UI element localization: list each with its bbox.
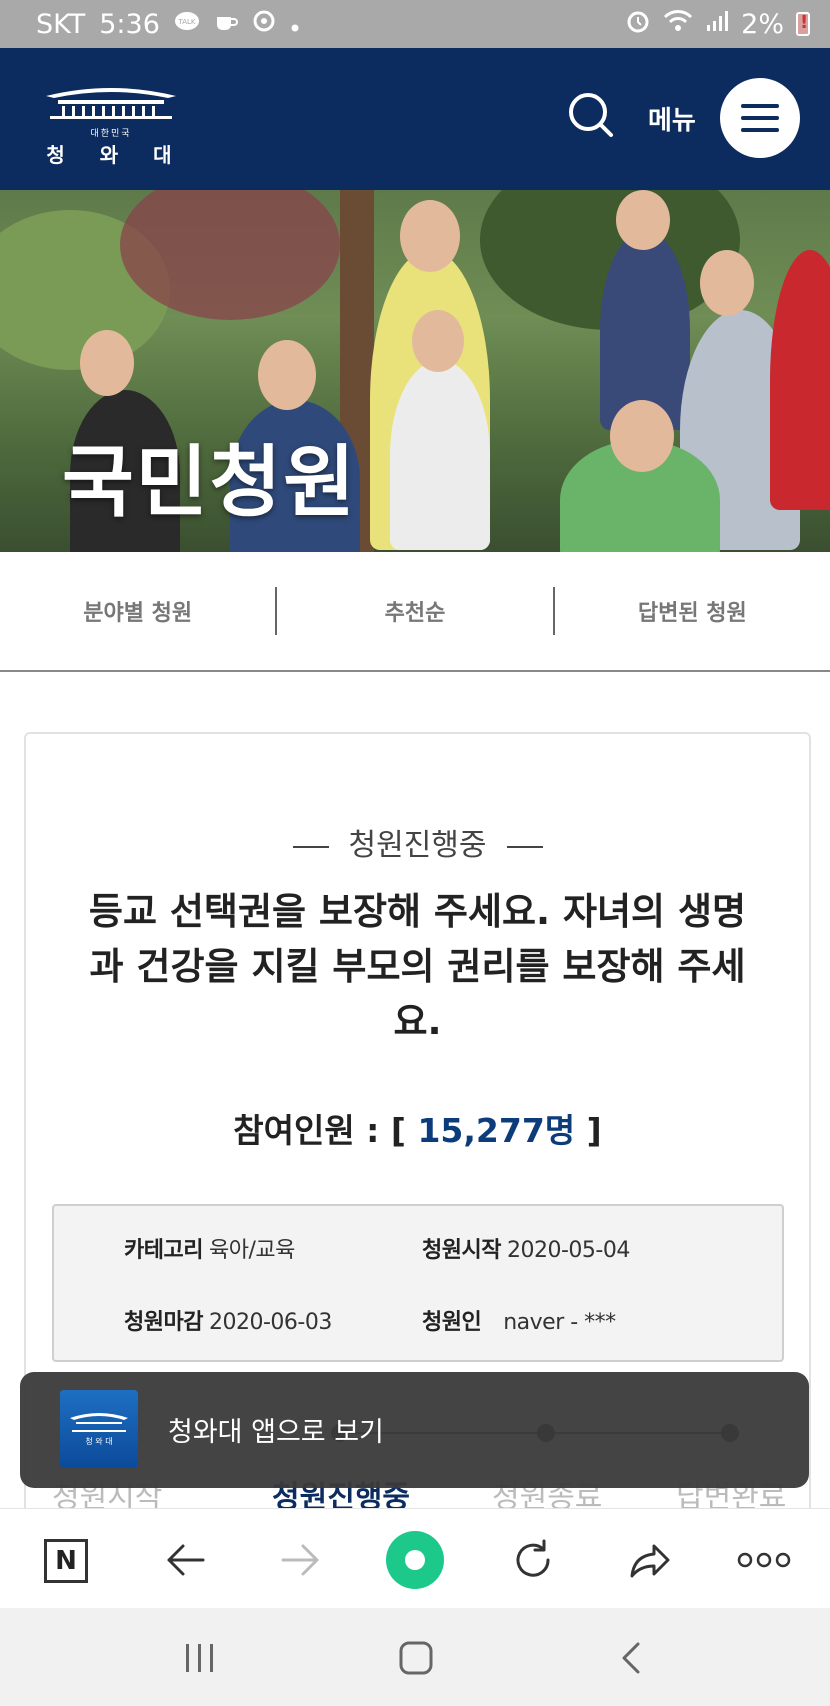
search-button[interactable] [566, 90, 616, 140]
dash-decoration [506, 845, 543, 848]
toast-text[interactable]: 청와대 앱으로 보기 [168, 1410, 384, 1449]
hero-face [616, 190, 670, 250]
participants-label: 참여인원 : [ [233, 1111, 406, 1150]
alarm-icon [625, 8, 651, 41]
green-dot-button[interactable] [386, 1531, 444, 1589]
carrier-label: SKT [36, 8, 86, 40]
hero-person [770, 250, 830, 510]
hero-person [390, 360, 490, 550]
category-value: 육아/교육 [208, 1238, 295, 1263]
back-button[interactable] [158, 1533, 212, 1587]
end-date-value: 2020-06-03 [208, 1310, 332, 1335]
status-bar: SKT 5:36 TALK 2% [0, 0, 830, 48]
participants-number: 15,277명 [417, 1111, 576, 1150]
author-label: 청원인 [422, 1310, 482, 1335]
category-info: 카테고리 육아/교육 [124, 1232, 295, 1264]
search-icon [569, 93, 613, 137]
menu-button[interactable] [720, 78, 800, 158]
hero-banner: 국민청원 [0, 190, 830, 552]
forward-button[interactable] [274, 1533, 328, 1587]
more-button[interactable] [734, 1533, 794, 1587]
home-button[interactable] [394, 1636, 438, 1680]
dash-decoration [292, 845, 329, 848]
end-date-label: 청원마감 [124, 1310, 203, 1335]
category-label: 카테고리 [124, 1238, 203, 1263]
blue-house-roof-icon [46, 88, 176, 119]
home-square-icon [399, 1641, 433, 1675]
logo-subtitle: 대한민국 [90, 129, 132, 139]
end-date-info: 청원마감 2020-06-03 [124, 1304, 332, 1336]
share-button[interactable] [622, 1533, 676, 1587]
recent-apps-button[interactable] [178, 1636, 222, 1680]
tab-answered[interactable]: 답변된 청원 [555, 595, 830, 627]
battery-percent: 2% [741, 8, 784, 40]
hero-face [400, 200, 460, 272]
svg-text:TALK: TALK [177, 18, 195, 26]
arrow-right-icon [281, 1544, 319, 1576]
start-date-label: 청원시작 [422, 1238, 501, 1263]
hero-face [610, 400, 674, 472]
participants-close: ] [586, 1111, 602, 1150]
petition-title: 등교 선택권을 보장해 주세요. 자녀의 생명과 건강을 지킬 부모의 권리를 … [88, 890, 747, 1043]
participants-count: 참여인원 : [ 15,277명 ] [26, 1104, 809, 1152]
battery-icon [796, 12, 810, 36]
share-arrow-icon [630, 1544, 670, 1578]
hero-title: 국민청원 [62, 438, 358, 528]
start-date-value: 2020-05-04 [506, 1238, 630, 1263]
start-date-info: 청원시작 2020-05-04 [422, 1232, 630, 1264]
logo-title: 청 와 대 [46, 143, 186, 167]
time-label: 5:36 [99, 8, 160, 40]
hero-face [412, 310, 464, 372]
hamburger-icon [741, 104, 779, 108]
petition-status-text: 청원진행중 [348, 828, 487, 863]
menu-label[interactable]: 메뉴 [648, 100, 696, 137]
petition-info-box: 카테고리 육아/교육 청원시작 2020-05-04 청원마감 2020-06-03 … [52, 1204, 784, 1362]
refresh-icon [516, 1539, 550, 1577]
petition-tabs: 분야별 청원 추천순 답변된 청원 [0, 552, 830, 672]
signal-icon [705, 9, 729, 40]
more-dots-icon [737, 1552, 791, 1568]
hero-face [700, 250, 754, 316]
refresh-button[interactable] [506, 1533, 560, 1587]
wifi-icon [663, 9, 693, 40]
tab-recommended[interactable]: 추천순 [277, 595, 552, 627]
petition-status: 청원진행중 [26, 820, 809, 864]
arrow-left-icon [167, 1544, 205, 1576]
system-nav-bar [0, 1608, 830, 1706]
tab-by-category[interactable]: 분야별 청원 [0, 595, 275, 627]
naver-home-button[interactable]: N [44, 1539, 88, 1583]
blue-house-roof-icon [70, 1413, 128, 1432]
hamburger-icon-line [741, 128, 779, 132]
hamburger-icon-line [741, 116, 779, 120]
cheongwadae-logo[interactable]: 대한민국 청 와 대 [36, 78, 186, 168]
recent-apps-icon [186, 1644, 213, 1672]
author-info: 청원인 naver - *** [422, 1304, 616, 1336]
sync-notification-icon [252, 9, 276, 40]
open-in-app-toast[interactable]: 청 와 대 청와대 앱으로 보기 [20, 1372, 809, 1488]
cup-notification-icon [214, 9, 238, 40]
chevron-left-icon [622, 1642, 640, 1674]
site-header: 대한민국 청 와 대 메뉴 [0, 48, 830, 190]
back-nav-button[interactable] [610, 1636, 654, 1680]
more-notifications-dot-icon [290, 9, 300, 40]
talk-notification-icon: TALK [174, 9, 200, 40]
browser-toolbar: N [0, 1508, 830, 1608]
hero-face [258, 340, 316, 410]
hero-face [80, 330, 134, 396]
author-value: naver - *** [503, 1310, 616, 1335]
cheongwadae-app-icon: 청 와 대 [60, 1390, 138, 1468]
